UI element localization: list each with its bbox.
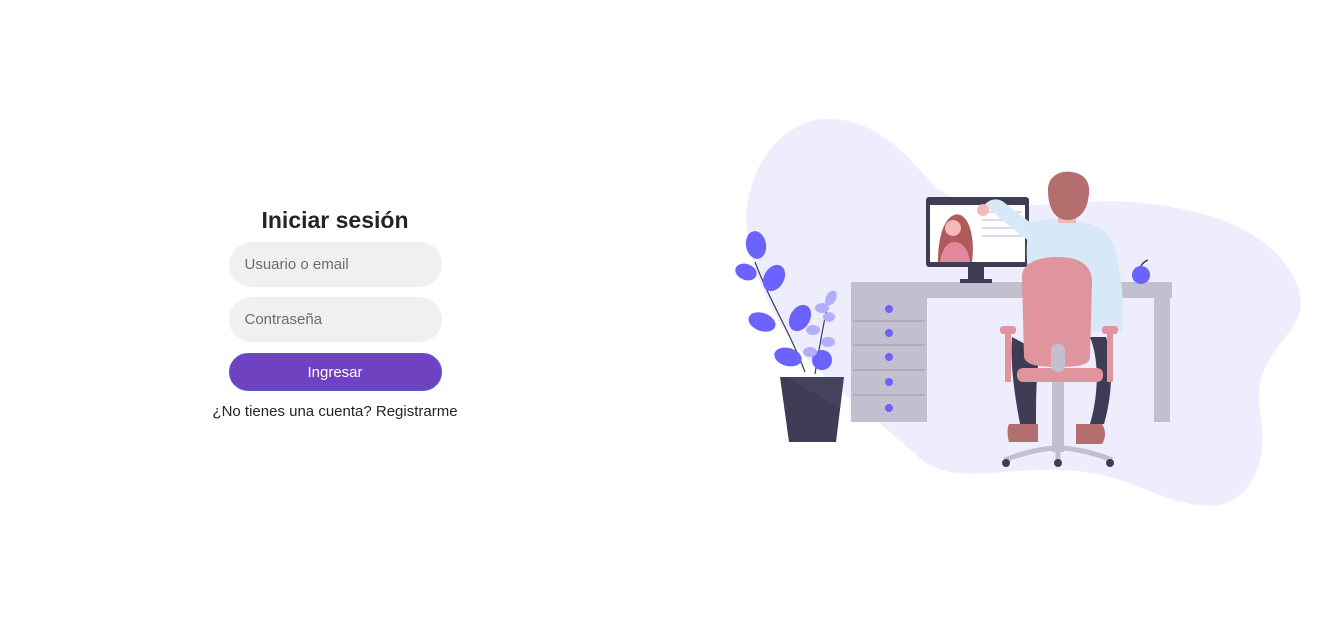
register-prompt: ¿No tienes una cuenta? Registrarme	[212, 403, 457, 420]
remote-work-illustration	[735, 118, 1301, 506]
desk-top	[851, 282, 1172, 298]
register-prompt-text: ¿No tienes una cuenta?	[212, 403, 372, 420]
username-input[interactable]	[228, 242, 442, 287]
register-link[interactable]: Registrarme	[376, 403, 458, 420]
login-title: Iniciar sesión	[261, 207, 409, 233]
password-input[interactable]	[228, 297, 442, 342]
login-form: Iniciar sesión Ingresar ¿No tienes una c…	[200, 204, 470, 420]
login-button[interactable]: Ingresar	[228, 353, 442, 391]
desk-drawers	[851, 298, 927, 422]
desk-leg	[1154, 298, 1170, 422]
login-page: Iniciar sesión Ingresar ¿No tienes una c…	[0, 0, 1317, 628]
